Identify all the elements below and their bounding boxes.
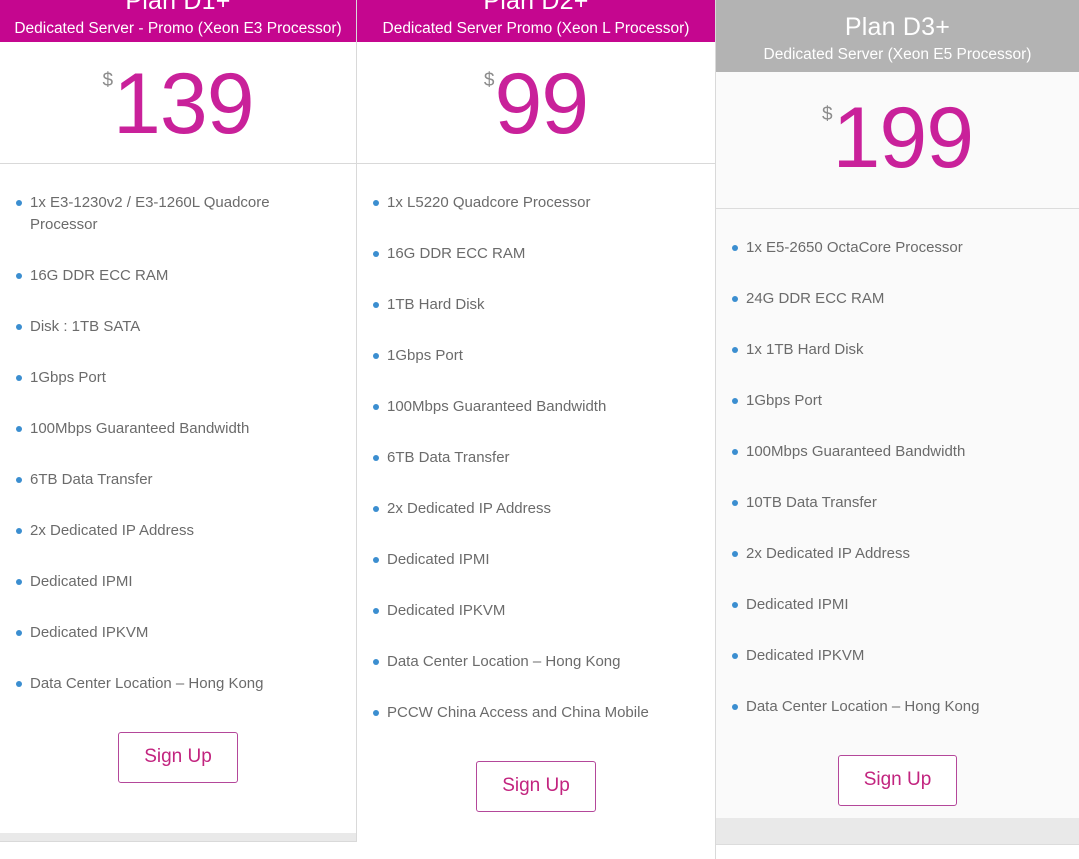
price: $139 [102,56,254,152]
feature-list-d3: 1x E5-2650 OctaCore Processor 24G DDR EC… [716,209,1079,747]
currency-symbol: $ [483,70,495,91]
plan-subtitle: Dedicated Server (Xeon E5 Processor) [763,46,1032,63]
plan-price-block-d3: $199 [716,72,1079,209]
list-item: 2x Dedicated IP Address [716,543,1079,594]
signup-button-d2[interactable]: Sign Up [476,761,596,812]
list-item: 16G DDR ECC RAM [357,243,715,294]
list-item: 2x Dedicated IP Address [0,520,356,571]
list-item: Data Center Location – Hong Kong [716,696,1079,747]
signup-row-d1: Sign Up [0,732,356,783]
plan-title: Plan D2+ [483,0,589,15]
list-item: Disk : 1TB SATA [0,316,356,367]
list-item: PCCW China Access and China Mobile [357,702,715,753]
list-item: 100Mbps Guaranteed Bandwidth [0,418,356,469]
plan-header-d1: Plan D1+ Dedicated Server - Promo (Xeon … [0,0,356,42]
plan-header-d2: Plan D2+ Dedicated Server Promo (Xeon L … [357,0,715,42]
price: $99 [483,56,589,152]
list-item: 1Gbps Port [357,345,715,396]
list-item: 1TB Hard Disk [357,294,715,345]
list-item: 1Gbps Port [716,390,1079,441]
currency-symbol: $ [102,70,114,91]
signup-row-d2: Sign Up [357,761,715,812]
plan-card-d3: Plan D3+ Dedicated Server (Xeon E5 Proce… [716,0,1079,845]
list-item: 100Mbps Guaranteed Bandwidth [716,441,1079,492]
list-item: Dedicated IPMI [357,549,715,600]
plan-footer-d1 [0,833,356,841]
list-item: Dedicated IPKVM [716,645,1079,696]
price: $199 [821,90,974,186]
signup-button-d1[interactable]: Sign Up [118,732,238,783]
list-item: 2x Dedicated IP Address [357,498,715,549]
price-amount: 99 [494,56,589,152]
list-item: 1x L5220 Quadcore Processor [357,192,715,243]
list-item: 10TB Data Transfer [716,492,1079,543]
price-amount: 199 [832,90,974,186]
list-item: Data Center Location – Hong Kong [0,673,356,724]
plan-card-d1: Plan D1+ Dedicated Server - Promo (Xeon … [0,0,357,842]
list-item: Data Center Location – Hong Kong [357,651,715,702]
signup-row-d3: Sign Up [716,755,1079,806]
plan-card-d2: Plan D2+ Dedicated Server Promo (Xeon L … [357,0,716,859]
list-item: Dedicated IPKVM [357,600,715,651]
list-item: 6TB Data Transfer [0,469,356,520]
plan-subtitle: Dedicated Server Promo (Xeon L Processor… [382,20,690,37]
plan-header-d3: Plan D3+ Dedicated Server (Xeon E5 Proce… [716,0,1079,72]
plan-footer-d3 [716,818,1079,844]
plan-subtitle: Dedicated Server - Promo (Xeon E3 Proces… [14,20,342,37]
price-amount: 139 [113,56,254,152]
pricing-table: Plan D1+ Dedicated Server - Promo (Xeon … [0,0,1079,859]
plan-title: Plan D1+ [125,0,231,15]
list-item: 100Mbps Guaranteed Bandwidth [357,396,715,447]
plan-price-block-d1: $139 [0,42,356,164]
plan-title: Plan D3+ [844,13,951,41]
list-item: 24G DDR ECC RAM [716,288,1079,339]
list-item: 1x E3-1230v2 / E3-1260L Quadcore Process… [0,192,356,265]
feature-list-d2: 1x L5220 Quadcore Processor 16G DDR ECC … [357,164,715,753]
list-item: Dedicated IPMI [716,594,1079,645]
list-item: 1x 1TB Hard Disk [716,339,1079,390]
signup-button-d3[interactable]: Sign Up [837,755,958,806]
currency-symbol: $ [821,104,833,125]
list-item: Dedicated IPKVM [0,622,356,673]
list-item: 16G DDR ECC RAM [0,265,356,316]
plan-price-block-d2: $99 [357,42,715,164]
list-item: Dedicated IPMI [0,571,356,622]
list-item: 6TB Data Transfer [357,447,715,498]
list-item: 1Gbps Port [0,367,356,418]
list-item: 1x E5-2650 OctaCore Processor [716,237,1079,288]
feature-list-d1: 1x E3-1230v2 / E3-1260L Quadcore Process… [0,164,356,724]
